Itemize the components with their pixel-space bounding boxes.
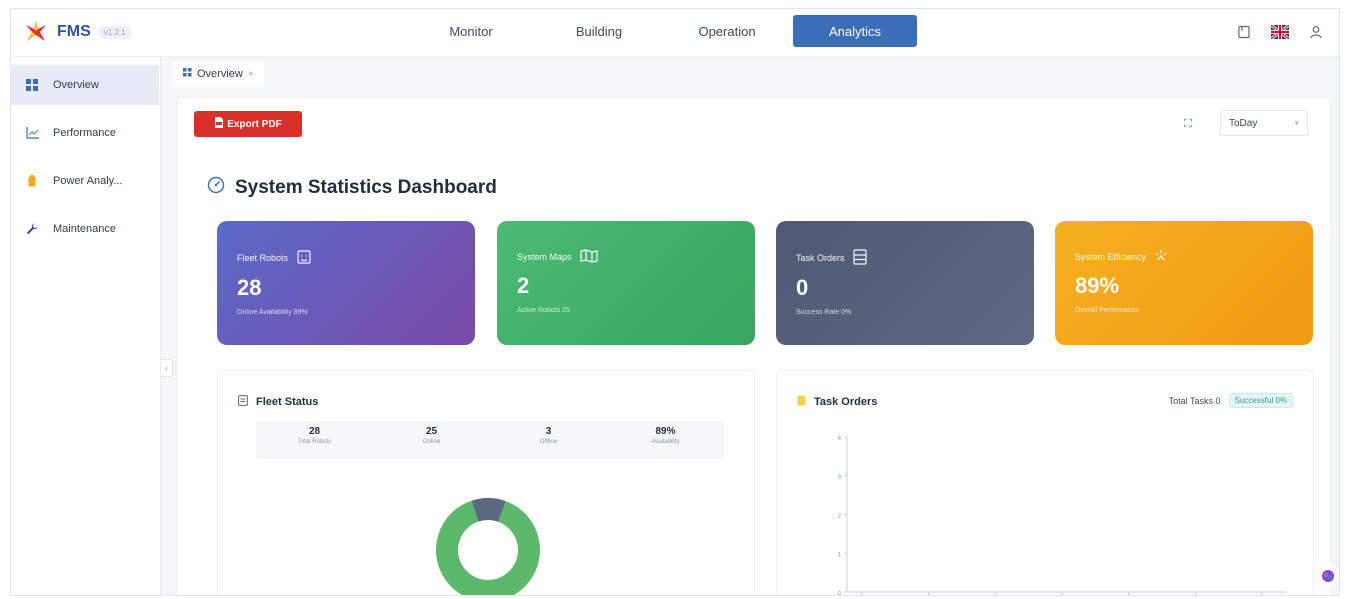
card-fleet-robots[interactable]: Fleet Robots 28 Online Availability 89% — [217, 221, 475, 345]
panel-title: Task Orders — [814, 396, 878, 408]
sidebar-item-label: Overview — [53, 79, 99, 91]
card-label: System Maps — [517, 252, 572, 262]
card-value: 2 — [517, 273, 530, 298]
y-tick-label: 1 — [838, 552, 842, 558]
task-orders-chart[interactable]: 0 1 2 3 4 — [817, 427, 1297, 596]
tab-overview[interactable]: Overview × — [173, 61, 264, 87]
task-orders-panel: Task Orders Total Tasks 0 Successful 0% … — [776, 370, 1314, 596]
version-badge: v1.2.1 — [98, 25, 131, 39]
stat-value: 3 — [545, 426, 552, 437]
dashboard-title: System Statistics Dashboard — [207, 176, 497, 200]
sidebar-item-power-analysis[interactable]: Power Analy... — [11, 161, 160, 201]
main-nav: Monitor Building Operation Analytics — [409, 15, 917, 47]
card-subtext: Success Rate 0% — [796, 309, 852, 316]
sidebar-item-label: Maintenance — [53, 223, 116, 235]
grid-icon — [25, 78, 39, 92]
y-tick-label: 4 — [838, 436, 842, 442]
fleet-status-panel: Fleet Status 28 Total Robots 25 Online 3… — [217, 370, 755, 596]
chevron-down-icon: ▾ — [1294, 117, 1299, 128]
sidebar: Overview Performance Power Analy... Main… — [11, 57, 161, 595]
top-icons — [1233, 21, 1327, 43]
user-icon[interactable] — [1305, 21, 1327, 43]
card-label: Task Orders — [796, 253, 845, 263]
card-label: Fleet Robots — [237, 253, 289, 263]
nav-building[interactable]: Building — [537, 15, 661, 47]
list-icon — [852, 249, 867, 267]
main-panel: Export PDF ⛶ ToDay ▾ System Statistics D… — [176, 97, 1331, 596]
date-range-select[interactable]: ToDay ▾ — [1220, 110, 1308, 136]
tab-label: Overview — [197, 68, 243, 80]
stat-offline: 3 Offline — [490, 421, 607, 459]
app-name: FMS — [57, 23, 91, 40]
stat-value: 89% — [655, 426, 676, 437]
y-tick-label: 3 — [838, 475, 842, 481]
sidebar-collapse-handle[interactable]: ‹ — [161, 359, 173, 377]
card-label: System Efficiency — [1075, 252, 1146, 262]
wrench-icon — [25, 222, 39, 236]
panel-header: Task Orders — [797, 395, 877, 409]
panel-header: Fleet Status — [238, 395, 318, 409]
task-summary: Total Tasks 0 Successful 0% — [1169, 393, 1293, 408]
card-value: 0 — [796, 275, 809, 300]
export-label: Export PDF — [227, 118, 282, 130]
success-badge: Successful 0% — [1228, 393, 1293, 408]
y-tick-label: 0 — [838, 591, 842, 596]
fleet-stats-row: 28 Total Robots 25 Online 3 Offline 89% … — [256, 421, 724, 459]
app-window: FMS v1.2.1 Monitor Building Operation An… — [10, 8, 1340, 596]
pdf-icon — [214, 117, 224, 131]
card-subtext: Online Availability 89% — [237, 309, 308, 316]
card-value: 28 — [237, 275, 262, 300]
stat-value: 25 — [425, 426, 438, 437]
sidebar-item-maintenance[interactable]: Maintenance — [11, 209, 160, 249]
fullscreen-icon[interactable]: ⛶ — [1180, 116, 1196, 132]
page-title: System Statistics Dashboard — [235, 177, 497, 198]
book-icon[interactable] — [1233, 21, 1255, 43]
tab-strip: Overview × — [173, 59, 264, 89]
assistant-icon[interactable] — [1317, 565, 1339, 587]
robot-icon — [296, 249, 312, 267]
nav-monitor[interactable]: Monitor — [409, 15, 533, 47]
fleet-donut-chart[interactable] — [433, 495, 543, 596]
y-tick-label: 2 — [838, 514, 842, 520]
stat-online: 25 Online — [373, 421, 490, 459]
sidebar-item-label: Power Analy... — [53, 175, 123, 187]
stat-label: Total Robots — [297, 439, 332, 445]
sidebar-item-label: Performance — [53, 127, 116, 139]
uk-flag-icon[interactable] — [1269, 21, 1291, 43]
card-value: 89% — [1075, 273, 1120, 298]
map-icon — [579, 249, 598, 265]
nav-analytics[interactable]: Analytics — [793, 15, 917, 47]
gauge-icon — [207, 176, 225, 200]
stat-label: Availability — [651, 439, 680, 445]
stat-value: 28 — [308, 426, 321, 437]
top-bar: FMS v1.2.1 Monitor Building Operation An… — [11, 9, 1339, 57]
panel-title: Fleet Status — [256, 396, 319, 408]
total-tasks: Total Tasks 0 — [1168, 395, 1221, 406]
grid-icon — [183, 68, 192, 80]
line-chart-icon — [25, 126, 39, 140]
sidebar-item-overview[interactable]: Overview — [11, 65, 159, 105]
stat-total-robots: 28 Total Robots — [256, 421, 373, 459]
range-value: ToDay — [1229, 117, 1258, 129]
fms-logo-icon — [26, 21, 46, 41]
card-system-maps[interactable]: System Maps 2 Active Robots 25 — [497, 221, 755, 345]
card-task-orders[interactable]: Task Orders 0 Success Rate 0% — [776, 221, 1034, 345]
card-subtext: Overall Performance — [1075, 307, 1140, 314]
stat-label: Offline — [539, 439, 558, 445]
nav-operation[interactable]: Operation — [665, 15, 789, 47]
speed-icon — [1154, 249, 1168, 265]
clipboard-icon — [797, 395, 806, 409]
stat-label: Online — [422, 439, 441, 445]
brand[interactable]: FMS v1.2.1 — [23, 19, 131, 45]
card-system-efficiency[interactable]: System Efficiency 89% Overall Performanc… — [1055, 221, 1313, 345]
sidebar-item-performance[interactable]: Performance — [11, 113, 160, 153]
battery-icon — [25, 174, 39, 188]
close-icon[interactable]: × — [248, 69, 254, 80]
export-pdf-button[interactable]: Export PDF — [194, 111, 302, 137]
card-subtext: Active Robots 25 — [517, 307, 570, 314]
document-icon — [238, 395, 248, 409]
stat-availability: 89% Availability — [607, 421, 724, 459]
